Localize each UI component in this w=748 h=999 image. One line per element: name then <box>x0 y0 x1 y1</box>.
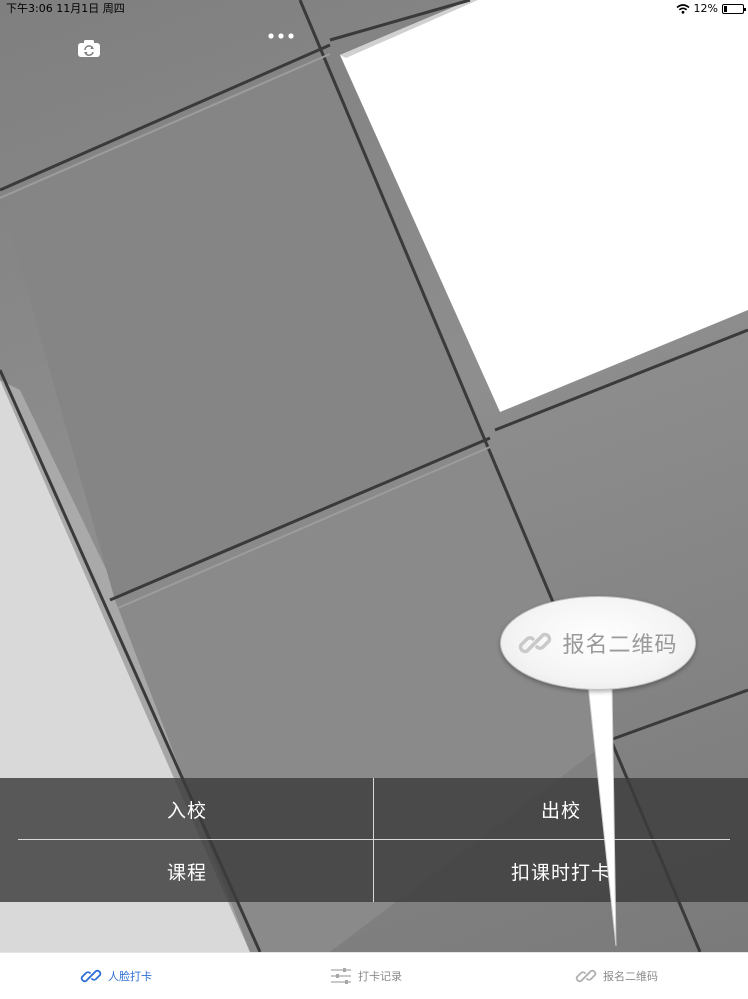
tab-bar: 人脸打卡 打卡记录 报名二维码 <box>0 952 748 999</box>
tab-checkin-records-label: 打卡记录 <box>358 970 402 983</box>
sliders-icon <box>331 968 351 984</box>
link-icon <box>575 969 597 983</box>
link-icon <box>80 969 102 983</box>
callout-pointer <box>587 683 617 947</box>
tab-registration-qr-label: 报名二维码 <box>603 970 658 983</box>
tab-registration-qr[interactable]: 报名二维码 <box>575 953 658 999</box>
callout-label: 报名二维码 <box>562 633 678 658</box>
link-icon <box>519 632 552 654</box>
tab-checkin-records[interactable]: 打卡记录 <box>330 953 402 999</box>
tab-face-checkin[interactable]: 人脸打卡 <box>80 953 152 999</box>
tab-face-checkin-label: 人脸打卡 <box>108 970 152 983</box>
qr-registration-callout[interactable]: 报名二维码 <box>500 596 696 690</box>
